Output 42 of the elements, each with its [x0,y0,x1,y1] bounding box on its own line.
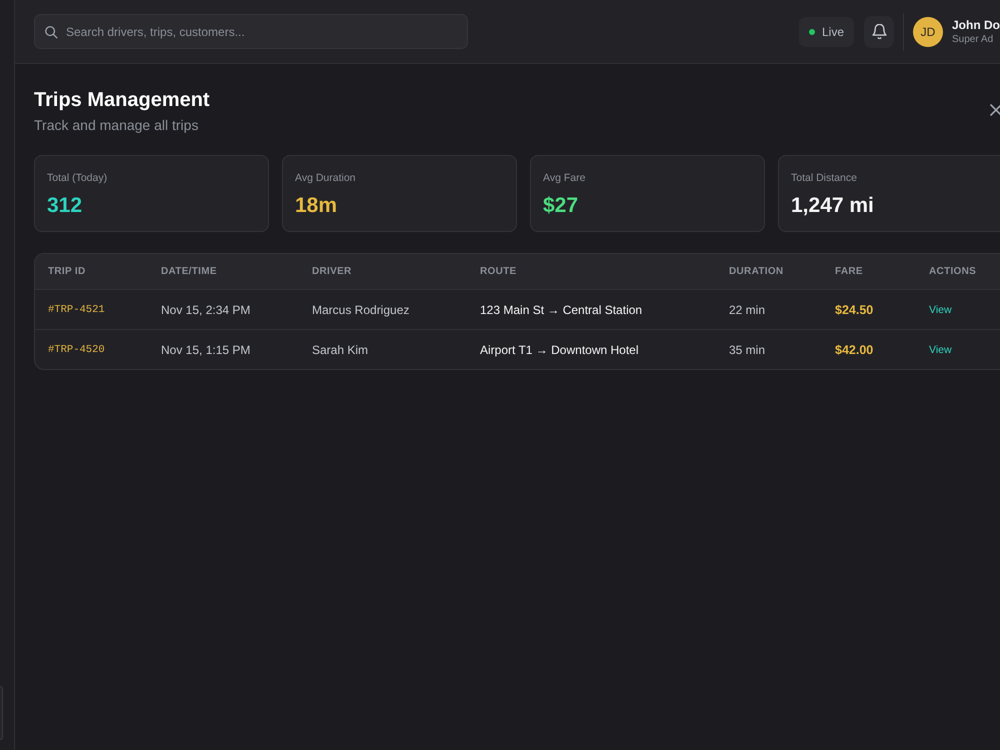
fare: $24.50 [835,302,874,316]
duration: 35 min [729,342,766,356]
column-header: FARE [835,266,863,277]
driver-name: Sarah Kim [312,342,368,356]
stat-value: 312 [47,194,84,218]
page-subtitle: Track and manage all trips [34,116,200,134]
column-header: DATE/TIME [161,266,217,277]
search-field[interactable]: Search drivers, trips, customers... [34,14,468,49]
avatar[interactable]: JD [913,16,943,46]
date-time: Nov 15, 1:15 PM [161,342,250,356]
driver-name: Marcus Rodriguez [312,302,410,316]
stat-label: Avg Fare [543,171,586,185]
column-header: TRIP ID [48,266,86,277]
trip-id: #TRP-4520 [48,344,105,356]
route: Airport T1 → Downtown Hotel [480,342,639,356]
stat-label: Total (Today) [47,171,108,185]
status-label: Live [822,24,844,38]
status-dot-icon [808,28,815,34]
stat-label: Total Distance [791,171,858,185]
view-link[interactable]: View [929,304,952,316]
column-header: DRIVER [312,266,352,277]
search-icon [44,24,58,38]
stat-label: Avg Duration [295,171,357,185]
trip-id: #TRP-4521 [48,304,105,316]
duration: 22 min [729,302,766,316]
column-header: DURATION [729,266,784,277]
notifications-button[interactable] [864,16,894,48]
stat-value: 1,247 mi [791,194,875,218]
date-time: Nov 15, 2:34 PM [161,302,250,316]
view-link[interactable]: View [929,344,952,356]
column-header: ROUTE [480,266,516,277]
page-title: Trips Management [34,88,210,112]
close-button[interactable] [990,104,1000,116]
route: 123 Main St → Central Station [480,302,642,316]
close-icon [990,104,1000,116]
user-name: John Do [952,18,1000,32]
bell-icon [872,24,886,39]
column-header: ACTIONS [929,266,976,277]
user-role: Super Ad [952,34,994,45]
stat-value: $27 [543,194,580,218]
stat-value: 18m [295,194,338,218]
fare: $42.00 [835,342,874,356]
